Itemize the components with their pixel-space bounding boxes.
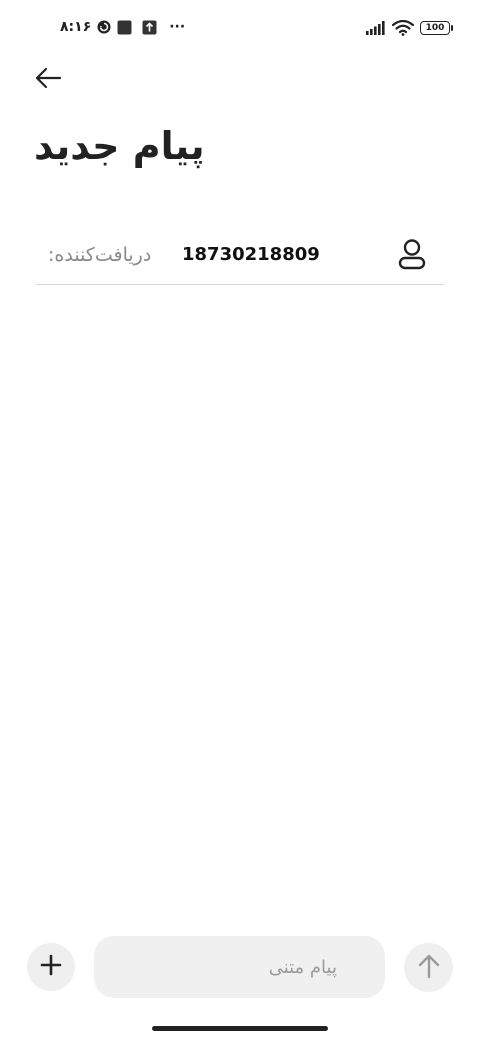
sync-icon: [97, 20, 111, 34]
status-left: ۸:۱۶ ···: [60, 17, 185, 37]
signal-icon: [366, 21, 386, 35]
send-button[interactable]: [404, 943, 453, 992]
status-right: 100: [366, 17, 453, 39]
back-button[interactable]: [30, 62, 66, 98]
upload-icon: [142, 20, 157, 35]
square-app-icon: [117, 20, 132, 35]
arrow-left-icon: [34, 67, 62, 93]
battery-icon: 100: [420, 21, 453, 35]
home-indicator[interactable]: [152, 1026, 328, 1031]
message-input[interactable]: [94, 936, 385, 998]
wifi-icon: [392, 20, 414, 36]
person-icon: [397, 238, 427, 274]
plus-icon: [40, 954, 62, 980]
add-attachment-button[interactable]: [27, 943, 75, 991]
arrow-up-icon: [417, 953, 441, 983]
status-more: ···: [169, 19, 186, 35]
recipient-number[interactable]: 18730218809: [182, 244, 320, 265]
contact-picker-button[interactable]: [394, 238, 430, 274]
page-title-text: پیام جدید: [34, 124, 205, 168]
status-time: ۸:۱۶: [60, 19, 92, 35]
recipient-label: دریافت‌کننده:: [48, 244, 152, 266]
status-bar: ۸:۱۶ ··· 100: [0, 0, 480, 56]
recipient-field[interactable]: دریافت‌کننده: 18730218809: [36, 232, 444, 285]
page-title: پیام جدید: [34, 118, 334, 174]
battery-level: 100: [425, 23, 445, 33]
